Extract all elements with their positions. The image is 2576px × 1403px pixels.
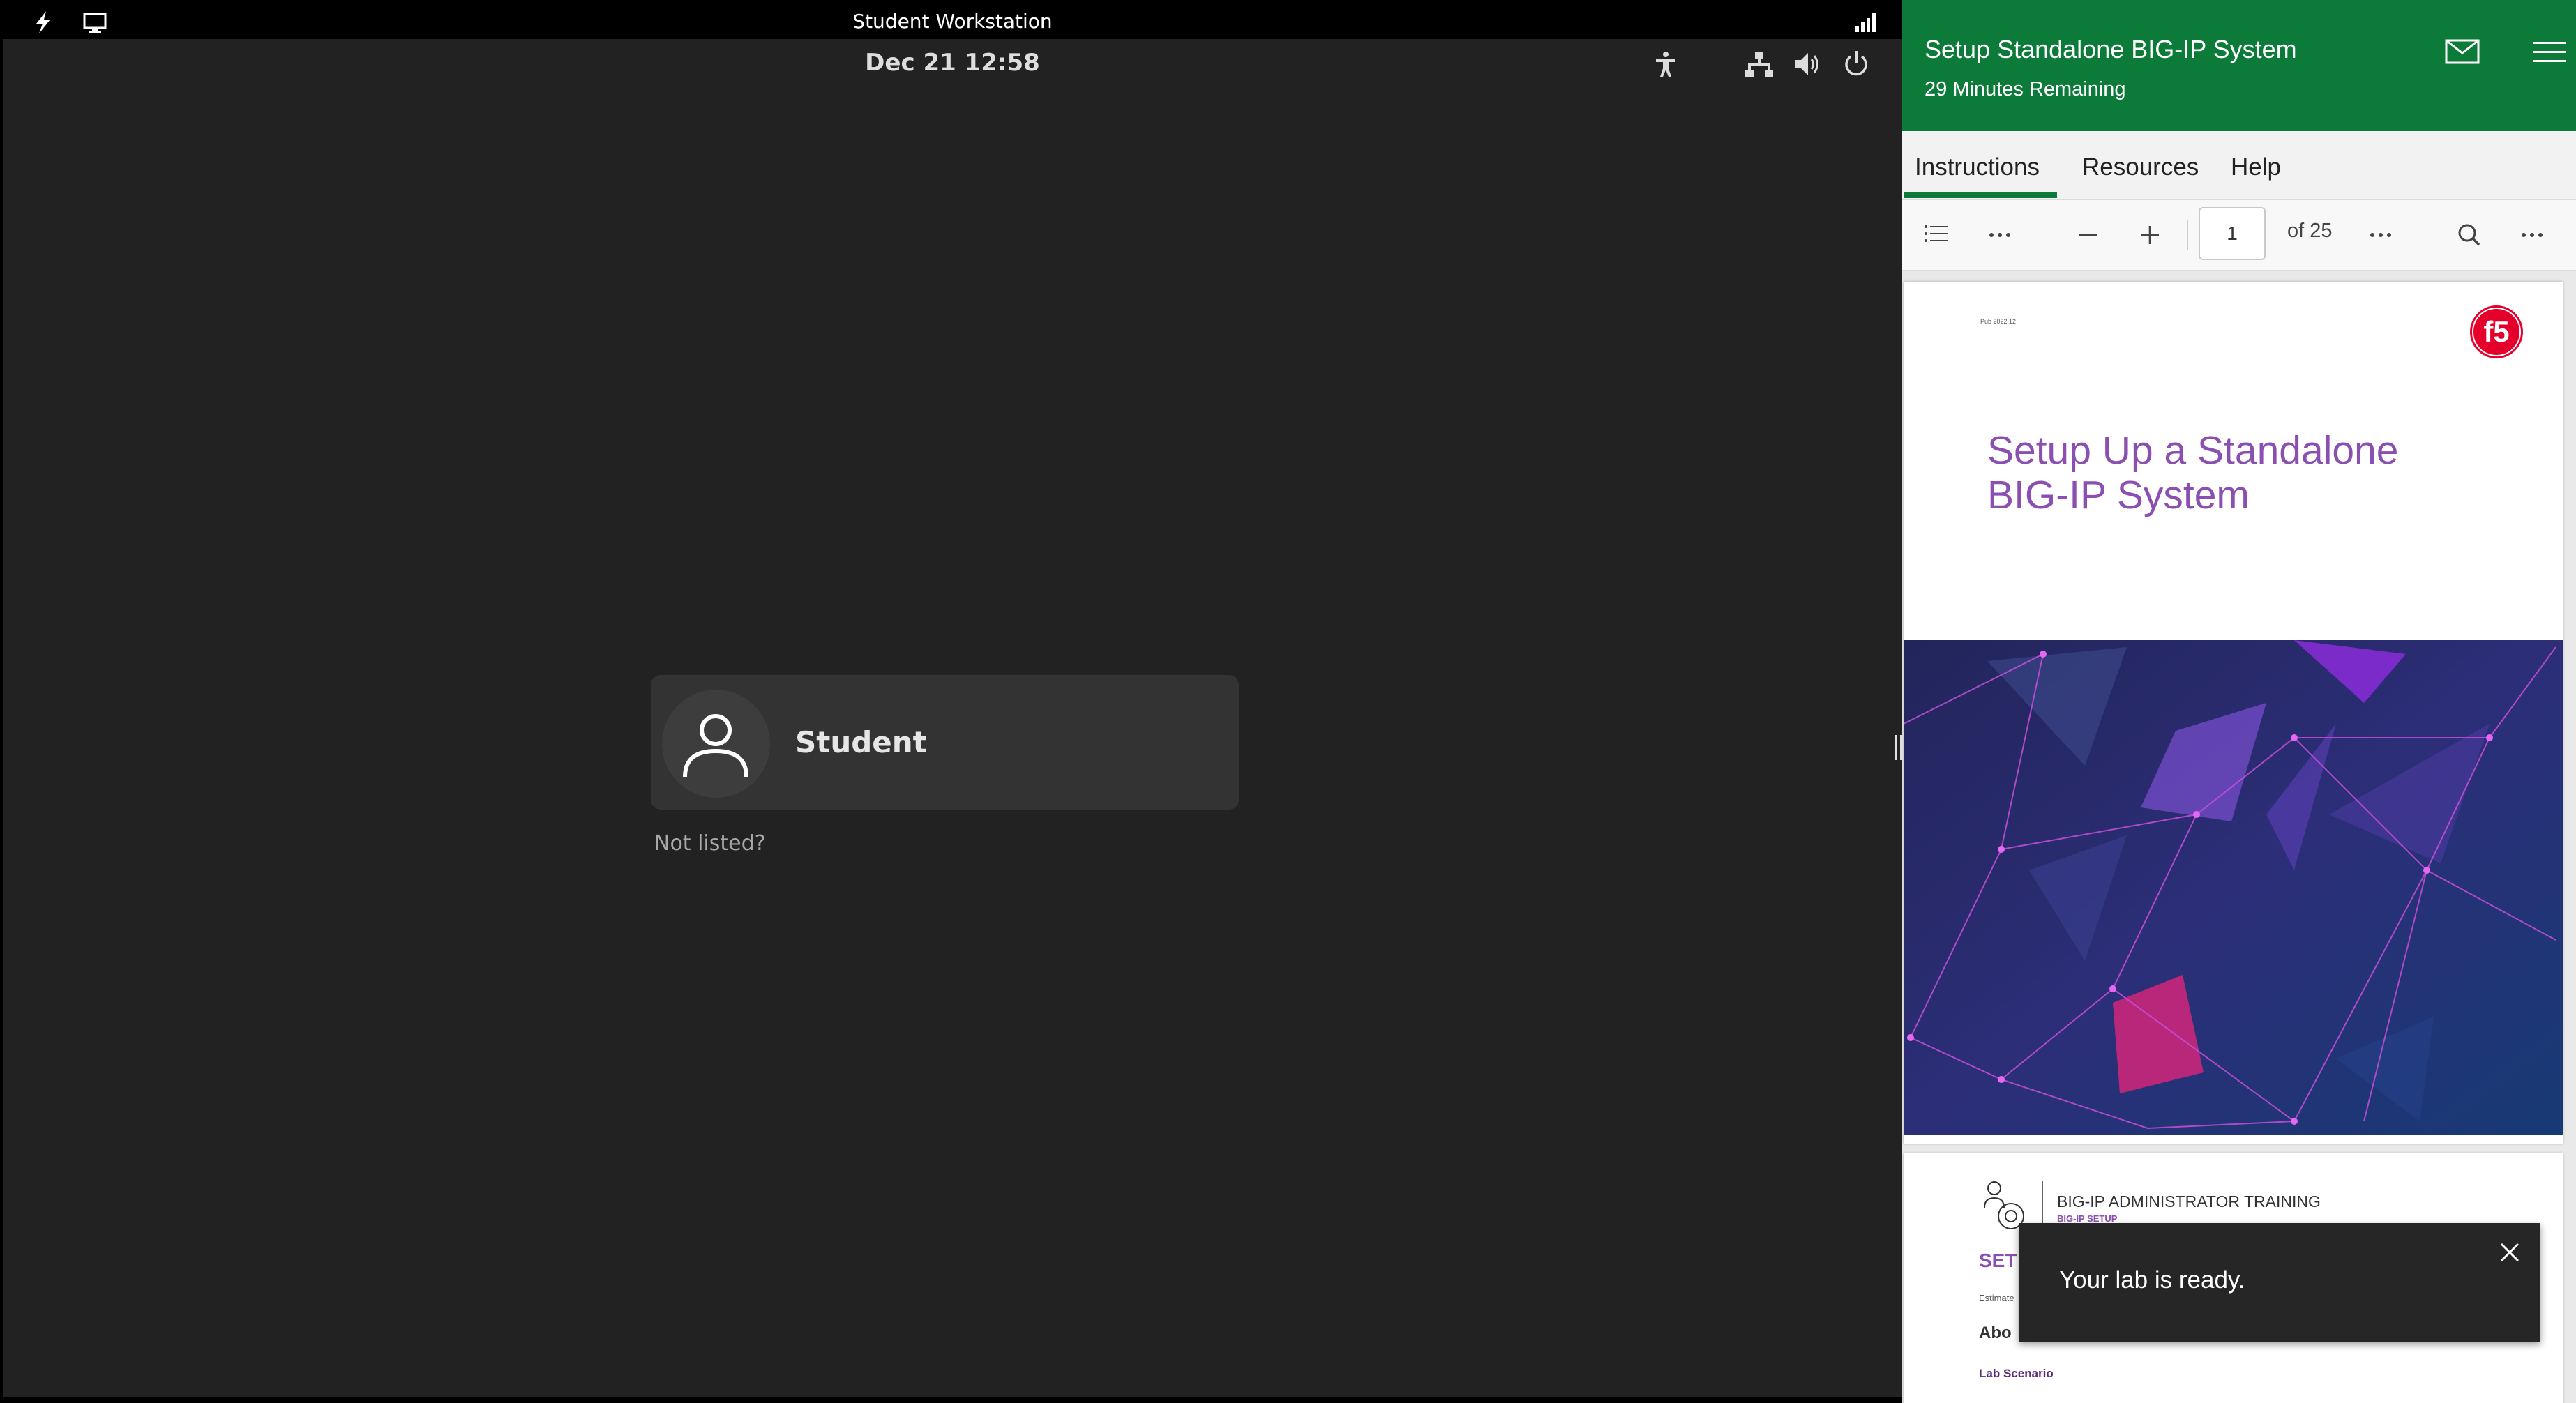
cover-network-art [1904,640,2563,1135]
estimated-time: Estimate [1979,1293,2014,1303]
close-icon[interactable] [2496,1238,2524,1266]
page-number-input[interactable]: 1 [2199,207,2266,260]
accessibility-icon[interactable] [1650,49,1681,79]
tab-help[interactable]: Help [2231,131,2281,199]
lab-panel: Setup Standalone BIG-IP System 29 Minute… [1902,0,2576,1403]
lab-ready-toast: Your lab is ready. [2019,1223,2540,1342]
about-heading: Abo [1979,1324,2012,1342]
f5-logo-icon: f5 [2470,305,2523,358]
pdf-toolbar: 1 of 25 [1902,200,2576,271]
tab-instructions[interactable]: Instructions [1915,131,2040,199]
more-icon[interactable] [2360,217,2402,253]
toast-message: Your lab is ready. [2059,1266,2245,1294]
active-tab-indicator [1904,192,2057,198]
mail-icon[interactable] [2443,36,2483,67]
course-name: BIG-IP ADMINISTRATOR TRAINING [2057,1192,2321,1211]
course-subtitle: BIG-IP SETUP [2057,1213,2118,1224]
user-name: Student [795,725,927,759]
document-title: Setup Up a Standalone BIG-IP System [1987,428,2503,517]
lab-scenario-heading: Lab Scenario [1979,1367,2054,1380]
zoom-in-icon[interactable] [2129,217,2171,253]
toolbar-divider [2187,220,2188,250]
document-title-line-1: Setup Up a Standalone [1987,428,2399,473]
user-icon [683,714,748,778]
contents-icon[interactable] [1918,217,1959,253]
lab-title: Setup Standalone BIG-IP System [1925,35,2297,63]
section-heading: SET [1979,1250,2017,1271]
vm-title-bar: Student Workstation [3,4,1902,39]
more-icon[interactable] [1979,217,2021,253]
pdf-page-1: Pub 2022.12 f5 Setup Up a Standalone BIG… [1904,282,2563,1144]
search-icon[interactable] [2448,217,2490,253]
lab-tabs: Instructions Resources Help [1902,131,2576,200]
f5-logo-text: f5 [2483,315,2509,348]
page-count: of 25 [2287,220,2333,242]
system-clock[interactable]: Dec 21 12:58 [3,49,1902,77]
avatar [662,690,770,798]
publication-date: Pub 2022.12 [1980,318,2017,325]
network-icon[interactable] [1744,49,1775,79]
volume-icon[interactable] [1793,49,1823,79]
lab-header: Setup Standalone BIG-IP System 29 Minute… [1902,0,2576,131]
not-listed-link[interactable]: Not listed? [654,831,766,856]
header-divider [2042,1181,2043,1229]
power-icon[interactable] [1841,49,1871,79]
vm-window-title: Student Workstation [852,10,1053,33]
zoom-out-icon[interactable] [2067,217,2109,253]
vm-display[interactable]: Student Workstation Dec 21 12:58 Student… [0,0,1902,1403]
more-icon[interactable] [2511,217,2553,253]
document-title-line-2: BIG-IP System [1987,473,2250,517]
user-account-button[interactable]: Student [651,675,1239,810]
hamburger-menu-icon[interactable] [2530,36,2569,67]
time-remaining: 29 Minutes Remaining [1925,78,2126,100]
tab-resources[interactable]: Resources [2082,131,2199,199]
signal-icon [1855,13,1876,32]
